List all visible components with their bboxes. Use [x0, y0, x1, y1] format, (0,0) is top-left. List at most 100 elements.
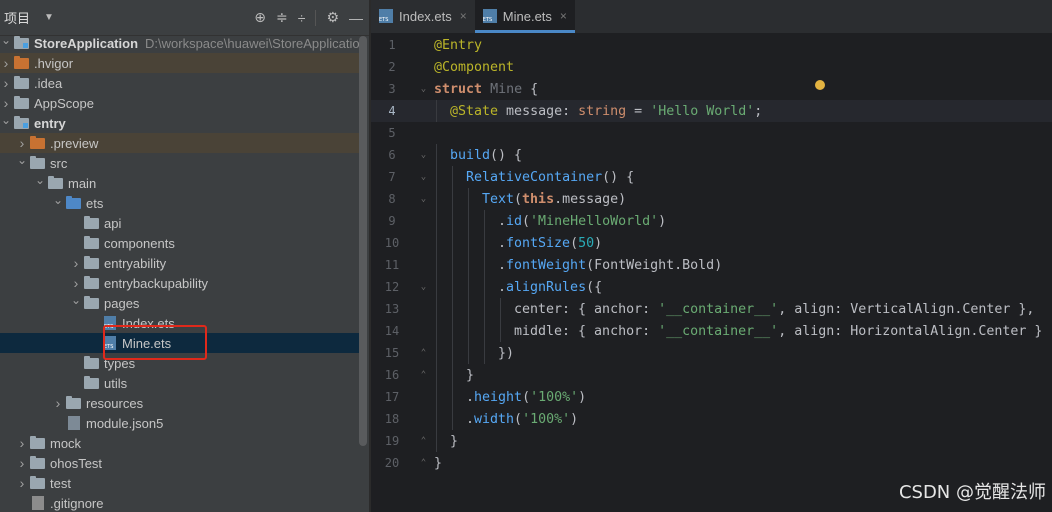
code-line[interactable]: 16 ⌃}: [371, 364, 1052, 386]
tree-item[interactable]: › mock: [0, 433, 360, 453]
code-line[interactable]: 2 @Component: [371, 56, 1052, 78]
chevron-down-icon[interactable]: ⌄: [0, 113, 12, 127]
tree-item[interactable]: module.json5: [0, 413, 360, 433]
line-number: 20: [384, 456, 400, 470]
tree-item[interactable]: › AppScope: [0, 93, 360, 113]
code-line[interactable]: 19 ⌃}: [371, 430, 1052, 452]
fold-marker-icon[interactable]: ⌃: [413, 436, 434, 446]
fold-marker-icon[interactable]: ⌄: [413, 282, 434, 292]
code-text: .alignRules({: [434, 280, 602, 295]
tree-item[interactable]: ⌄ pages: [0, 293, 360, 313]
tree-item[interactable]: .gitignore: [0, 493, 360, 512]
code-token: '__container__': [658, 301, 779, 317]
project-title[interactable]: 项目: [4, 8, 30, 27]
indent-guide: [436, 386, 437, 408]
fold-marker-icon[interactable]: ⌄: [413, 194, 434, 204]
code-line[interactable]: 17 .height('100%'): [371, 386, 1052, 408]
chevron-right-icon[interactable]: ›: [52, 395, 64, 411]
chevron-down-icon[interactable]: ⌄: [70, 293, 82, 307]
code-line[interactable]: 18 .width('100%'): [371, 408, 1052, 430]
chevron-right-icon[interactable]: ›: [70, 255, 82, 271]
chevron-down-icon[interactable]: ⌄: [16, 153, 28, 167]
tree-item[interactable]: › .hvigor: [0, 53, 360, 73]
minimize-icon[interactable]: —: [349, 10, 363, 26]
tree-item[interactable]: ⌄ ets: [0, 193, 360, 213]
tree-item-label: entryability: [104, 255, 167, 271]
tree-item[interactable]: › .idea: [0, 73, 360, 93]
close-icon[interactable]: ×: [560, 9, 567, 23]
tree-item[interactable]: ⌄ src: [0, 153, 360, 173]
chevron-right-icon[interactable]: ›: [16, 135, 28, 151]
tree-item[interactable]: components: [0, 233, 360, 253]
indent-guide: [452, 166, 453, 188]
tree-item[interactable]: › .preview: [0, 133, 360, 153]
code-token: '__container__': [658, 323, 779, 339]
folder-icon: [84, 215, 100, 230]
code-line[interactable]: 7 ⌄ RelativeContainer() {: [371, 166, 1052, 188]
tree-item[interactable]: api: [0, 213, 360, 233]
settings-icon[interactable]: ⚙: [326, 9, 339, 26]
fold-marker-icon[interactable]: ⌄: [413, 172, 434, 182]
tree-item[interactable]: ⌄ main: [0, 173, 360, 193]
icon-shape: [14, 95, 29, 109]
code-line[interactable]: 6 ⌄ build() {: [371, 144, 1052, 166]
tree-item[interactable]: › resources: [0, 393, 360, 413]
code-token: }: [466, 367, 475, 383]
tree-item[interactable]: utils: [0, 373, 360, 393]
code-line[interactable]: 1 @Entry: [371, 34, 1052, 56]
code-token: message:: [498, 103, 579, 119]
triangle-down-icon[interactable]: ▼: [44, 12, 54, 23]
icon-shape: [66, 195, 81, 209]
code-line[interactable]: 4 @State message: string = 'Hello World';: [371, 100, 1052, 122]
lightbulb-icon[interactable]: [815, 80, 825, 90]
code-area[interactable]: 1 @Entry 2 @Component 3 ⌄ struct Mine {4 @State…: [371, 34, 1052, 512]
fold-marker-icon[interactable]: ⌃: [413, 370, 434, 380]
locate-icon[interactable]: ⊕: [254, 9, 266, 26]
code-line[interactable]: 10 .fontSize(50): [371, 232, 1052, 254]
tree-item[interactable]: ⌄ entry: [0, 113, 360, 133]
chevron-right-icon[interactable]: ›: [0, 75, 12, 91]
folder-icon: [30, 435, 46, 450]
chevron-right-icon[interactable]: ›: [16, 455, 28, 471]
indent-guide: [436, 430, 437, 452]
code-line[interactable]: 12 ⌄ .alignRules({: [371, 276, 1052, 298]
code-token: .message): [554, 191, 627, 207]
tree-item[interactable]: › test: [0, 473, 360, 493]
tree-item[interactable]: › entryability: [0, 253, 360, 273]
chevron-right-icon[interactable]: ›: [70, 275, 82, 291]
chevron-right-icon[interactable]: ›: [16, 475, 28, 491]
indent-guide: [468, 342, 469, 364]
chevron-down-icon[interactable]: ⌄: [0, 33, 12, 47]
fold-marker-icon[interactable]: ⌄: [413, 150, 434, 160]
chevron-down-icon[interactable]: ⌄: [34, 173, 46, 187]
code-line[interactable]: 5: [371, 122, 1052, 144]
fold-marker-icon[interactable]: ⌃: [413, 348, 434, 358]
editor-tab[interactable]: Mine.ets ×: [474, 0, 576, 33]
project-scrollbar[interactable]: [359, 36, 367, 446]
expand-all-icon[interactable]: ≑: [276, 9, 288, 26]
code-line[interactable]: 20 ⌃}: [371, 452, 1052, 474]
code-line[interactable]: 15 ⌃}): [371, 342, 1052, 364]
code-line[interactable]: 9 .id('MineHelloWorld'): [371, 210, 1052, 232]
indent-guide: [436, 166, 437, 188]
collapse-all-icon[interactable]: ÷: [298, 10, 306, 26]
editor-tab[interactable]: Index.ets ×: [371, 0, 475, 33]
close-icon[interactable]: ×: [460, 9, 467, 23]
code-line[interactable]: 11 .fontWeight(FontWeight.Bold): [371, 254, 1052, 276]
code-line[interactable]: 13 center: { anchor: '__container__', ali…: [371, 298, 1052, 320]
tree-item[interactable]: › entrybackupability: [0, 273, 360, 293]
chevron-down-icon[interactable]: ⌄: [52, 193, 64, 207]
code-line[interactable]: 14 middle: { anchor: '__container__', ali…: [371, 320, 1052, 342]
tree-item[interactable]: › ohosTest: [0, 453, 360, 473]
chevron-right-icon[interactable]: ›: [16, 435, 28, 451]
tree-item[interactable]: ⌄ StoreApplication D:\workspace\huawei\Sto…: [0, 33, 367, 53]
chevron-right-icon[interactable]: ›: [0, 95, 12, 111]
indent-guide: [436, 188, 437, 210]
chevron-right-icon[interactable]: ›: [0, 55, 12, 71]
indent-guide: [452, 386, 453, 408]
fold-marker-icon[interactable]: ⌄: [413, 84, 434, 94]
code-line[interactable]: 3 ⌄ struct Mine {: [371, 78, 1052, 100]
fold-marker-icon[interactable]: ⌃: [413, 458, 434, 468]
code-line[interactable]: 8 ⌄ Text(this.message): [371, 188, 1052, 210]
line-number: 8: [388, 192, 396, 206]
